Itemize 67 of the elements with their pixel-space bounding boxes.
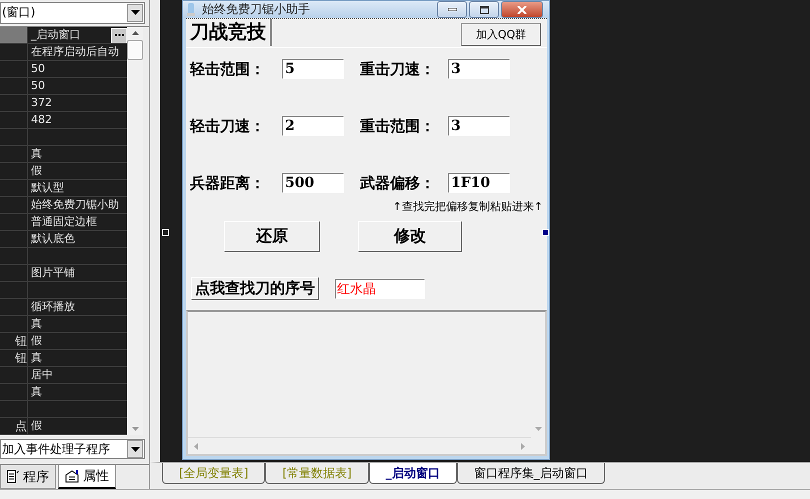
field-label: 重击范围：: [360, 116, 436, 136]
property-name[interactable]: [0, 26, 28, 43]
hint-text: ↑查找完把偏移复制粘贴进来↑: [392, 199, 544, 214]
action-button[interactable]: 修改: [358, 221, 462, 252]
property-value[interactable]: 假: [28, 162, 127, 179]
editor-tab[interactable]: 窗口程序集_启动窗口: [456, 463, 605, 484]
minimize-icon: [448, 8, 456, 11]
input-field[interactable]: 5: [282, 59, 344, 79]
editor-tab[interactable]: [常量数据表]: [265, 463, 369, 484]
property-value[interactable]: 482: [28, 112, 127, 128]
property-name[interactable]: 点: [0, 418, 28, 434]
input-field[interactable]: 1F10: [448, 173, 510, 193]
window-title: 始终免费刀锯小助手: [202, 1, 310, 18]
property-value[interactable]: 真: [28, 384, 127, 400]
property-value[interactable]: 图片平铺: [28, 264, 127, 281]
editor-tab[interactable]: _启动窗口: [368, 463, 457, 484]
property-value[interactable]: 默认底色: [28, 230, 127, 247]
property-value[interactable]: 真: [28, 350, 127, 366]
scroll-up-icon[interactable]: [132, 30, 138, 35]
property-value[interactable]: 假: [28, 332, 127, 349]
join-group-button[interactable]: 加入QQ群: [461, 23, 541, 46]
action-button[interactable]: 还原: [224, 221, 320, 252]
result-field[interactable]: 红水晶: [335, 278, 425, 298]
close-button[interactable]: [501, 1, 543, 18]
field-label: 重击刀速：: [360, 60, 436, 78]
property-value[interactable]: 居中: [28, 366, 127, 383]
property-value[interactable]: 真: [28, 316, 127, 332]
maximize-button[interactable]: [469, 1, 499, 18]
property-value[interactable]: _启动窗口: [28, 26, 127, 43]
field-label: 兵器距离：: [190, 174, 266, 192]
input-field[interactable]: 3: [448, 116, 510, 136]
maximize-icon: [480, 6, 488, 14]
property-value[interactable]: 默认型: [28, 180, 127, 196]
document-icon: [7, 470, 19, 484]
property-value[interactable]: 循环播放: [28, 298, 127, 315]
property-value[interactable]: 372: [28, 94, 127, 111]
property-value[interactable]: 假: [28, 418, 127, 434]
event-dropdown[interactable]: 加入事件处理子程序: [0, 439, 145, 460]
resize-handle[interactable]: [162, 229, 169, 236]
panel-tab[interactable]: 属性: [58, 465, 116, 489]
close-icon: [517, 6, 527, 14]
property-value[interactable]: 50: [28, 78, 127, 94]
editor-tab[interactable]: [全局变量表]: [162, 463, 266, 484]
property-value[interactable]: 在程序启动后自动: [28, 44, 127, 60]
app-icon: [186, 3, 196, 16]
property-value[interactable]: 始终免费刀锯小助: [28, 196, 127, 213]
find-button[interactable]: 点我查找刀的序号: [191, 277, 319, 300]
scrollbar[interactable]: [127, 26, 143, 436]
field-label: 轻击范围：: [190, 60, 266, 78]
form-tab[interactable]: 刀战竞技: [186, 19, 272, 46]
property-value[interactable]: 普通固定边框: [28, 214, 127, 230]
input-field[interactable]: 3: [448, 59, 510, 79]
property-name[interactable]: 钮: [0, 332, 28, 349]
panel-tab[interactable]: 程序: [0, 465, 56, 489]
house-icon: [65, 470, 79, 483]
input-field[interactable]: 2: [282, 116, 344, 136]
object-dropdown[interactable]: (窗口): [0, 2, 145, 24]
property-value[interactable]: 真: [28, 146, 127, 162]
field-label: 轻击刀速：: [190, 116, 266, 136]
scroll-thumb[interactable]: [127, 40, 143, 60]
input-field[interactable]: 500: [282, 173, 344, 193]
minimize-button[interactable]: [437, 1, 467, 18]
property-value[interactable]: 50: [28, 60, 127, 77]
more-icon[interactable]: [111, 28, 127, 43]
resize-handle[interactable]: [542, 229, 549, 236]
property-name[interactable]: 钮: [0, 350, 28, 366]
field-label: 武器偏移：: [360, 174, 436, 192]
